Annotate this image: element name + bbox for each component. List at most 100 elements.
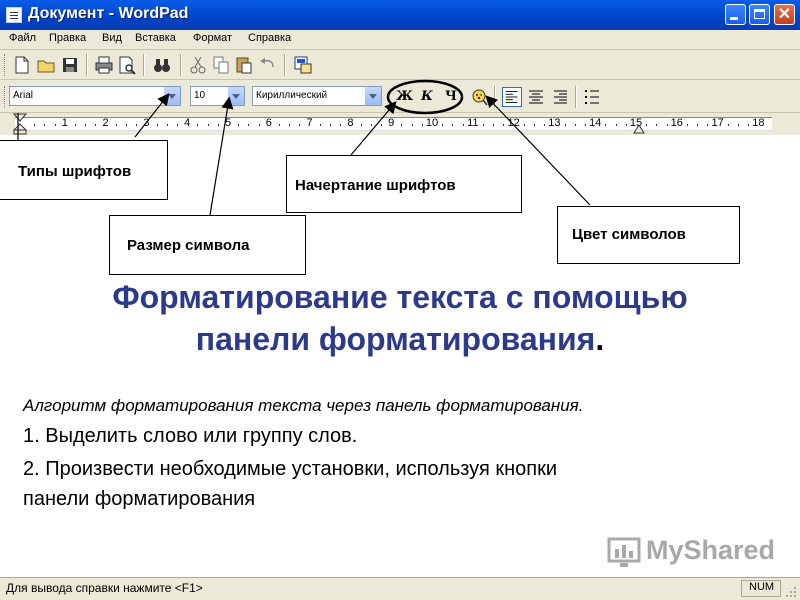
ruler-tick — [166, 124, 168, 126]
insert-object-icon[interactable] — [293, 55, 313, 75]
chevron-down-icon[interactable] — [163, 87, 180, 105]
watermark-text: MyShared — [646, 535, 776, 565]
ruler-number: 10 — [425, 117, 439, 129]
paste-clipboard-icon[interactable] — [234, 55, 254, 75]
ruler-tick — [95, 124, 97, 126]
menu-view[interactable]: Вид — [102, 32, 122, 44]
underline-button[interactable]: Ч — [445, 89, 457, 104]
font-name-value: Arial — [13, 90, 34, 101]
menu-help[interactable]: Справка — [248, 32, 291, 44]
maximize-button[interactable] — [749, 4, 770, 25]
menu-file[interactable]: Файл — [9, 32, 36, 44]
ruler-tick — [360, 124, 362, 126]
font-size-value: 10 — [194, 90, 206, 101]
right-indent-marker-icon[interactable] — [633, 124, 645, 134]
align-right-icon[interactable] — [550, 87, 570, 107]
heading-period: . — [595, 321, 605, 357]
undo-icon[interactable] — [258, 55, 278, 75]
ruler-number: 17 — [711, 117, 724, 129]
new-document-icon[interactable] — [12, 55, 32, 75]
copy-icon[interactable] — [211, 55, 231, 75]
ruler-tick — [289, 124, 291, 126]
callout-char-size: Размер символа — [109, 215, 306, 275]
ruler-number: 2 — [102, 117, 109, 129]
text-color-icon[interactable] — [469, 87, 489, 107]
ruler-tick — [115, 124, 117, 126]
ruler-tick — [574, 124, 576, 126]
ruler-tick — [748, 124, 750, 126]
ruler-tick — [197, 124, 199, 126]
ruler-number: 11 — [467, 117, 479, 129]
align-left-icon[interactable] — [502, 87, 522, 107]
font-size-combo[interactable]: 10 — [190, 86, 245, 106]
ruler-tick — [411, 124, 413, 126]
print-icon[interactable] — [94, 55, 114, 75]
menu-format[interactable]: Формат — [193, 32, 232, 44]
indent-marker-icon[interactable] — [12, 113, 28, 135]
ruler-tick — [75, 124, 76, 126]
ruler-tick — [421, 124, 423, 126]
ruler-tick — [585, 124, 586, 126]
chevron-down-icon[interactable] — [364, 87, 381, 105]
resize-grip-icon[interactable] — [784, 585, 798, 599]
ruler-number: 5 — [224, 117, 232, 129]
heading-line-2-wrap: панели форматирования. — [0, 318, 800, 360]
align-center-icon[interactable] — [526, 87, 546, 107]
chevron-down-icon[interactable] — [227, 87, 244, 105]
menu-edit[interactable]: Правка — [49, 32, 86, 44]
ruler-tick — [605, 124, 607, 126]
ruler-tick — [177, 124, 178, 126]
step-2-line-2: панели форматирования — [23, 488, 256, 510]
window-title: Документ - WordPad — [28, 5, 189, 22]
toolbar-separator — [143, 54, 145, 76]
open-folder-icon[interactable] — [36, 55, 56, 75]
ruler-tick — [156, 124, 158, 126]
ruler-tick — [615, 124, 617, 126]
ruler-tick — [54, 124, 56, 126]
ruler-tick — [238, 124, 240, 126]
wordpad-document-icon — [6, 7, 22, 23]
maximize-icon — [754, 9, 765, 19]
ruler-tick — [656, 124, 658, 126]
ruler-number: 1 — [61, 117, 68, 129]
num-lock-indicator: NUM — [749, 581, 775, 593]
ruler-tick — [34, 124, 36, 126]
toolbar-separator — [180, 54, 182, 76]
ruler-tick — [44, 124, 46, 126]
callout-font-style: Начертание шрифтов — [286, 155, 522, 213]
heading-line-2: панели форматирования — [195, 321, 596, 357]
find-binoculars-icon[interactable] — [152, 55, 172, 75]
bullets-list-icon[interactable] — [582, 87, 602, 107]
ruler-tick — [707, 124, 709, 126]
bold-button[interactable]: Ж — [396, 89, 413, 104]
font-name-combo[interactable]: Arial — [9, 86, 181, 106]
algorithm-intro: Алгоритм форматирования текста через пан… — [23, 396, 584, 415]
status-help-text: Для вывода справки нажмите <F1> — [6, 581, 203, 595]
italic-button[interactable]: К — [421, 89, 433, 104]
cut-scissors-icon[interactable] — [188, 55, 208, 75]
callout-font-types: Типы шрифтов — [0, 140, 168, 200]
ruler-number: 7 — [306, 117, 313, 129]
callout-font-style-text: Начертание шрифтов — [295, 177, 456, 194]
script-combo[interactable]: Кириллический — [252, 86, 382, 106]
minimize-button[interactable] — [725, 4, 746, 25]
ruler-tick — [564, 124, 566, 126]
ruler-tick — [258, 124, 260, 126]
ruler-number: 12 — [507, 117, 520, 129]
ruler-tick — [370, 124, 372, 126]
toolbar-separator — [575, 86, 577, 108]
ruler-number: 8 — [347, 117, 354, 129]
ruler-tick — [462, 124, 464, 126]
callout-char-color-text: Цвет символов — [572, 226, 686, 243]
save-disk-icon[interactable] — [60, 55, 80, 75]
minimize-icon — [730, 17, 738, 20]
watermark-logo-icon — [607, 537, 641, 567]
print-preview-icon[interactable] — [117, 55, 137, 75]
ruler-number: 13 — [548, 117, 561, 129]
toolbar-grip — [4, 54, 8, 76]
menu-insert[interactable]: Вставка — [135, 32, 176, 44]
ruler-number: 18 — [752, 117, 765, 129]
ruler-tick — [217, 124, 219, 126]
close-button[interactable]: ✕ — [774, 4, 795, 25]
ruler-tick — [503, 124, 505, 126]
